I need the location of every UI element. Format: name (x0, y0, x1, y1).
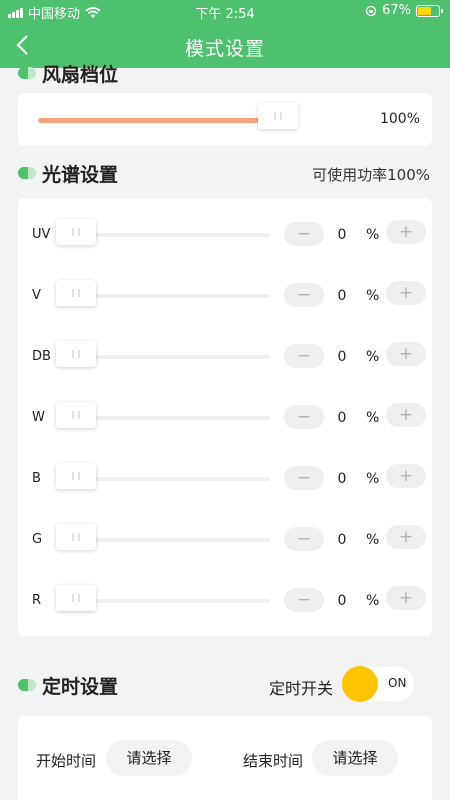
timer-card: 开始时间 请选择 结束时间 请选择 (18, 716, 432, 800)
battery-icon (416, 4, 443, 17)
channel-label: R (32, 593, 42, 608)
channel-label: B (32, 471, 41, 486)
grip-icon (274, 112, 282, 120)
fan-value: 100% (379, 111, 420, 127)
fan-section-header: 风扇档位 (18, 59, 118, 87)
fan-section-title: 风扇档位 (42, 63, 119, 86)
available-power-text: 可使用功率100% (312, 166, 430, 184)
fan-slider-thumb[interactable] (258, 103, 298, 129)
toggle-knob (342, 666, 378, 702)
decrease-button[interactable]: − (284, 283, 324, 307)
orientation-lock-icon (365, 5, 377, 16)
percent-sign: % (366, 532, 380, 548)
percent-sign: % (366, 471, 380, 487)
percent-sign: % (366, 410, 380, 426)
grip-icon (72, 350, 80, 358)
page-title: 模式设置 (184, 38, 265, 60)
grip-icon (72, 533, 80, 541)
end-time-label: 结束时间 (243, 752, 304, 770)
section-dot-icon (18, 67, 36, 79)
channel-label: DB (32, 349, 51, 364)
channel-value: 0 (337, 471, 347, 487)
channel-row-b: B −0% + (18, 459, 432, 499)
spectrum-card: UV −0% + V −0% + DB −0% + W −0% + B −0% + G −0% + R −0% + (18, 198, 432, 636)
channel-slider-thumb[interactable] (56, 402, 96, 428)
decrease-button[interactable]: − (284, 527, 324, 551)
channel-label: G (32, 532, 43, 547)
channel-slider-thumb[interactable] (56, 341, 96, 367)
spectrum-section-header: 光谱设置 (18, 159, 118, 187)
channel-label: V (32, 288, 41, 303)
start-time-label: 开始时间 (36, 752, 97, 770)
channel-row-uv: UV −0% + (18, 215, 432, 255)
channel-row-db: DB −0% + (18, 337, 432, 377)
channel-row-w: W −0% + (18, 398, 432, 438)
channel-value: 0 (337, 349, 347, 365)
channel-row-v: V −0% + (18, 276, 432, 316)
decrease-button[interactable]: − (284, 405, 324, 429)
fan-slider-track[interactable] (38, 118, 268, 123)
percent-sign: % (366, 593, 380, 609)
channel-row-g: G −0% + (18, 520, 432, 560)
channel-slider-thumb[interactable] (56, 219, 96, 245)
decrease-button[interactable]: − (284, 588, 324, 612)
timer-section-title: 定时设置 (42, 675, 119, 698)
decrease-button[interactable]: − (284, 222, 324, 246)
increase-button[interactable]: + (386, 586, 426, 610)
increase-button[interactable]: + (386, 342, 426, 366)
battery-fill (418, 6, 431, 15)
percent-sign: % (366, 288, 380, 304)
grip-icon (72, 594, 80, 602)
battery-percent: 67% (382, 3, 411, 18)
increase-button[interactable]: + (386, 281, 426, 305)
grip-icon (72, 411, 80, 419)
channel-value: 0 (337, 227, 347, 243)
increase-button[interactable]: + (386, 220, 426, 244)
channel-label: W (32, 410, 45, 425)
channel-value: 0 (337, 593, 347, 609)
header: 中国移动 下午 2:54 67% 模式设置 (0, 0, 450, 68)
channel-slider-thumb[interactable] (56, 524, 96, 550)
status-right: 67% (365, 3, 443, 18)
grip-icon (72, 472, 80, 480)
percent-sign: % (366, 349, 380, 365)
channel-slider-thumb[interactable] (56, 585, 96, 611)
channel-slider-thumb[interactable] (56, 280, 96, 306)
channel-row-r: R −0% + (18, 581, 432, 621)
channel-value: 0 (337, 410, 347, 426)
decrease-button[interactable]: − (284, 344, 324, 368)
status-bar: 中国移动 下午 2:54 67% (0, 0, 450, 22)
timer-section-header: 定时设置 (18, 671, 118, 699)
increase-button[interactable]: + (386, 403, 426, 427)
channel-value: 0 (337, 532, 347, 548)
fan-card: 100% (18, 93, 432, 146)
increase-button[interactable]: + (386, 525, 426, 549)
start-time-picker[interactable]: 请选择 (106, 740, 192, 776)
channel-slider-thumb[interactable] (56, 463, 96, 489)
channel-value: 0 (337, 288, 347, 304)
timer-switch[interactable]: ON (342, 666, 414, 702)
grip-icon (72, 228, 80, 236)
increase-button[interactable]: + (386, 464, 426, 488)
timer-switch-label: 定时开关 (269, 679, 334, 698)
end-time-picker[interactable]: 请选择 (312, 740, 398, 776)
spectrum-section-title: 光谱设置 (42, 163, 119, 186)
grip-icon (72, 289, 80, 297)
percent-sign: % (366, 227, 380, 243)
timer-switch-state: ON (388, 676, 407, 690)
section-dot-icon (18, 679, 36, 691)
decrease-button[interactable]: − (284, 466, 324, 490)
section-dot-icon (18, 167, 36, 179)
channel-label: UV (32, 227, 51, 242)
